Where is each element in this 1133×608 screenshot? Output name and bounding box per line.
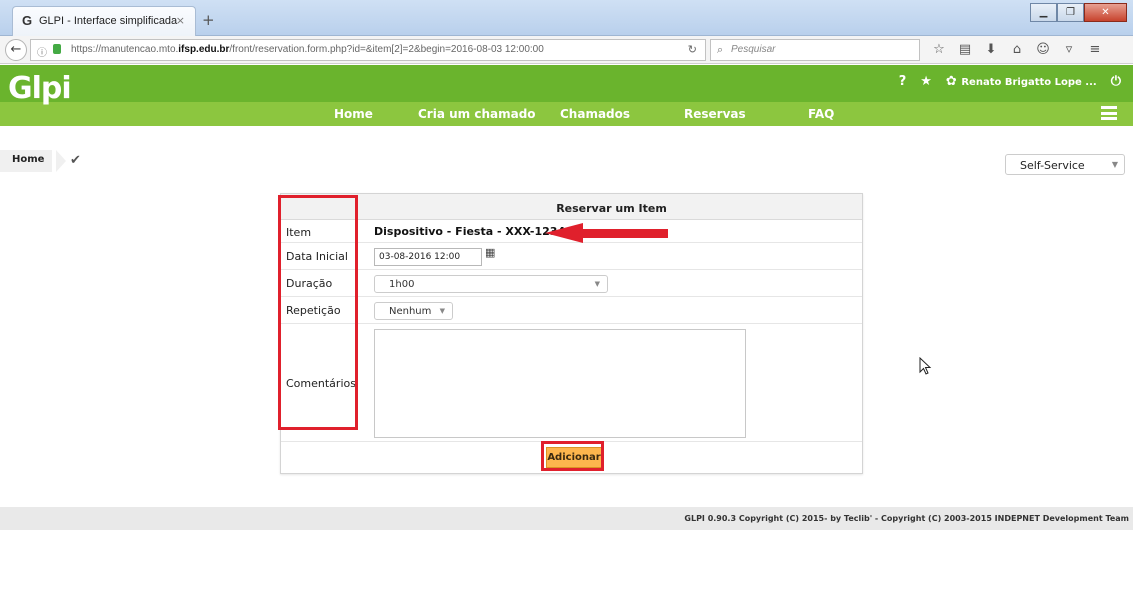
page-footer: GLPI 0.90.3 Copyright (C) 2015- by Tecli… <box>0 507 1133 530</box>
profile-select-value: Self-Service <box>1020 159 1085 172</box>
chat-icon[interactable]: ☺ <box>1032 40 1054 60</box>
mouse-cursor-icon <box>919 357 932 375</box>
bookmark-star-icon[interactable]: ☆ <box>928 40 950 60</box>
breadcrumb: Home ✔ <box>0 150 1133 174</box>
form-header: Reservar um Item <box>281 194 862 220</box>
duration-select[interactable]: 1h00 ▼ <box>374 275 608 293</box>
tab-title: GLPI - Interface simplificada <box>39 15 178 27</box>
row-start-date: Data Inicial 03-08-2016 12:00 ▦ <box>281 243 862 270</box>
menu-reservations[interactable]: Reservas <box>684 107 746 121</box>
browser-search-input[interactable]: ⌕ Pesquisar <box>710 39 920 61</box>
help-icon[interactable]: ? <box>899 74 907 89</box>
browser-menu-icon[interactable]: ≡ <box>1084 40 1106 60</box>
comments-textarea[interactable] <box>374 329 746 438</box>
url-bar[interactable]: ⓘ https://manutencao.mto.ifsp.edu.br/fro… <box>30 39 706 61</box>
submit-highlight-box <box>541 441 604 471</box>
breadcrumb-home[interactable]: Home <box>0 150 53 172</box>
red-arrow-annotation <box>545 223 668 243</box>
duration-value: 1h00 <box>389 279 415 290</box>
start-date-input[interactable]: 03-08-2016 12:00 <box>374 248 482 266</box>
chevron-down-icon: ▼ <box>1111 160 1118 169</box>
window-controls: ▁ ❐ ✕ <box>1030 3 1127 23</box>
browser-tab-bar: G GLPI - Interface simplificada × + ▁ ❐ … <box>0 0 1133 36</box>
reservation-check-icon[interactable]: ✔ <box>70 153 81 168</box>
chevron-down-icon: ▼ <box>439 307 445 315</box>
search-icon: ⌕ <box>717 43 724 56</box>
reading-list-icon[interactable]: ▤ <box>954 40 976 60</box>
url-text[interactable]: https://manutencao.mto.ifsp.edu.br/front… <box>71 44 544 55</box>
reload-icon[interactable]: ↻ <box>688 43 697 56</box>
back-arrow-icon[interactable]: ← <box>5 39 27 61</box>
pocket-icon[interactable]: ▿ <box>1058 40 1080 60</box>
profile-select[interactable]: Self-Service ▼ <box>1005 154 1125 175</box>
row-comments: Comentários <box>281 324 862 442</box>
favorite-star-icon[interactable]: ★ <box>920 74 932 89</box>
browser-nav-bar: ← ⓘ https://manutencao.mto.ifsp.edu.br/f… <box>0 36 1133 64</box>
labels-highlight-box <box>278 195 358 430</box>
chevron-down-icon: ▼ <box>594 280 600 288</box>
row-duration: Duração 1h00 ▼ <box>281 270 862 297</box>
download-icon[interactable]: ⬇ <box>980 40 1002 60</box>
user-name[interactable]: Renato Brigatto Lope ... <box>961 77 1096 88</box>
browser-tab[interactable]: G GLPI - Interface simplificada × <box>12 6 196 36</box>
glpi-logo[interactable]: Glpi <box>8 71 72 106</box>
breadcrumb-arrow <box>56 150 66 172</box>
repeat-select[interactable]: Nenhum ▼ <box>374 302 453 320</box>
preferences-gear-icon[interactable]: ✿ Renato Brigatto Lope ... <box>946 74 1097 89</box>
row-repeat: Repetição Nenhum ▼ <box>281 297 862 324</box>
logout-icon[interactable]: ⏻ <box>1111 74 1121 89</box>
menu-tickets[interactable]: Chamados <box>560 107 630 121</box>
footer-copyright: GLPI 0.90.3 Copyright (C) 2015- by Tecli… <box>684 514 1129 523</box>
home-icon[interactable]: ⌂ <box>1006 40 1028 60</box>
search-placeholder: Pesquisar <box>731 44 776 55</box>
form-title: Reservar um Item <box>556 202 667 215</box>
maximize-button[interactable]: ❐ <box>1057 3 1084 22</box>
menu-home[interactable]: Home <box>334 107 373 121</box>
new-tab-button[interactable]: + <box>202 11 215 29</box>
item-value: Dispositivo - Fiesta - XXX-1234 <box>374 225 566 238</box>
glpi-favicon-icon: G <box>22 13 33 28</box>
hamburger-menu-icon[interactable] <box>1101 106 1117 120</box>
calendar-icon[interactable]: ▦ <box>485 246 495 259</box>
menu-create-ticket[interactable]: Cria um chamado <box>418 107 536 121</box>
header-actions: ? ★ ✿ Renato Brigatto Lope ... ⏻ <box>899 74 1121 89</box>
info-icon[interactable]: ⓘ <box>37 44 47 59</box>
lock-icon[interactable] <box>53 44 61 54</box>
menu-faq[interactable]: FAQ <box>808 107 834 121</box>
browser-toolbar: ☆ ▤ ⬇ ⌂ ☺ ▿ ≡ <box>928 40 1106 60</box>
minimize-button[interactable]: ▁ <box>1030 3 1057 22</box>
close-window-button[interactable]: ✕ <box>1084 3 1127 22</box>
repeat-value: Nenhum <box>389 306 432 317</box>
close-tab-icon[interactable]: × <box>176 14 185 27</box>
